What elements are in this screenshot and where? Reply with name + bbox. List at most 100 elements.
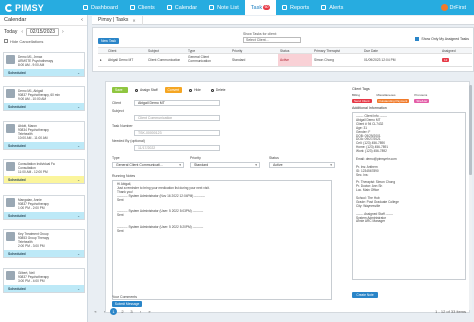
needed-by-field[interactable]: 11/17/2022 (134, 145, 220, 151)
delete-button[interactable]: Delete (208, 87, 229, 93)
assign-staff-button[interactable]: Assign Staff (132, 87, 161, 93)
tag-group-name: Miscellaneous (376, 93, 396, 97)
assign-staff-label: Assign Staff (140, 88, 158, 92)
column-header[interactable]: Primary Therapist (312, 48, 362, 53)
page-button[interactable]: 2 (119, 308, 126, 315)
convert-button[interactable]: Convert (164, 87, 183, 93)
collapse-icon[interactable]: ‹ (81, 17, 83, 23)
client-label: Client (112, 101, 121, 105)
close-icon[interactable]: ✕ (132, 18, 135, 23)
status-select-value: Active (273, 163, 283, 167)
tag-chip[interactable]: Send Client (352, 99, 372, 103)
status-select[interactable]: Active ▾ (269, 162, 335, 168)
appointment-status[interactable]: Scheduled ⌄ (4, 103, 84, 110)
calendar-title: Calendar (4, 17, 27, 23)
nav-clients[interactable]: Clients (124, 0, 161, 15)
hide-label: Hide (194, 88, 201, 92)
cell-priority: Standard (232, 58, 246, 62)
appointment-card[interactable]: Mangalan, Annie 90837 Psychotherapy 1:00 P… (3, 195, 85, 220)
alerts-icon (321, 5, 327, 10)
tab-tasks[interactable]: Pimsy | Tasks ✕ (92, 15, 143, 25)
appointment-card[interactable]: Ablott, Maron 90834 Psychotherapy Teleheal… (3, 121, 85, 150)
row-expand-icon[interactable]: ▸ (98, 54, 106, 66)
needed-by-label: Needed By (optional) (112, 139, 145, 143)
client-field[interactable]: Abigail Demo MT (134, 100, 220, 106)
additional-info-textarea[interactable]: ------- Client Info ------- Abigail Demo… (352, 112, 466, 280)
next-day-icon[interactable]: › (62, 29, 64, 35)
type-select-value: General Client Communicati... (116, 163, 163, 167)
appointment-status[interactable]: Scheduled ⌄ (4, 142, 84, 149)
scrollbar-thumb[interactable] (469, 85, 472, 175)
calendar-header: Calendar ‹ (0, 15, 87, 26)
save-button[interactable]: Save (112, 87, 128, 93)
hide-button[interactable]: Hide (186, 87, 204, 93)
appointment-card[interactable]: Consultation Individual Fa Consultation 11… (3, 159, 85, 184)
nav-reports[interactable]: Reports (276, 0, 315, 15)
top-nav-bar: PIMSY Dashboard Clients Calendar Note Li… (0, 0, 474, 15)
appointment-card[interactable]: Demo M1, Abigail 90837 Psychotherapy, 60 … (3, 86, 85, 111)
table-row[interactable]: ▸ Abigail Demo MT Client Communication G… (98, 54, 472, 67)
column-header[interactable]: Subject (146, 48, 186, 53)
additional-info-title: Additional Information (352, 106, 387, 110)
nav-note-list[interactable]: Note List (203, 0, 245, 15)
appointment-time: 10:00 AM - 11:00 AM (18, 136, 48, 140)
today-button[interactable]: Today (4, 29, 17, 35)
task-number-value: TSK-00000123 (138, 131, 162, 135)
client-info-column: Client Tags Billing Send Client Miscellan… (352, 87, 467, 280)
column-header[interactable]: Status (278, 48, 312, 53)
next-page-icon[interactable]: › (137, 308, 144, 315)
main-scrollbar[interactable] (469, 85, 472, 310)
checkbox-icon[interactable] (4, 39, 8, 43)
tag-chip[interactable]: She/Her (414, 99, 430, 103)
client-filter-select[interactable]: Select Client... (243, 37, 301, 43)
type-select[interactable]: General Client Communicati... ▾ (112, 162, 184, 168)
appointment-card[interactable]: Gilbert, Neil 90837 Psychotherapy 3:00 PM … (3, 268, 85, 293)
column-header[interactable]: Type (186, 48, 230, 53)
last-page-icon[interactable]: » (146, 308, 153, 315)
appointment-card[interactable]: Key Treatment Group 90853 Group Therapy Te… (3, 229, 85, 258)
hide-cancellations-toggle[interactable]: Hide Cancellations (0, 37, 87, 45)
column-header[interactable]: Assigned (440, 48, 472, 53)
column-header[interactable]: Priority (230, 48, 278, 53)
column-header[interactable]: Due Date (362, 48, 440, 53)
tag-group: Billing Send Client (352, 93, 372, 103)
create-note-button[interactable]: Create Note (352, 292, 378, 298)
page-button[interactable]: 3 (128, 308, 135, 315)
priority-select[interactable]: Standard ▾ (190, 162, 260, 168)
appointment-card[interactable]: Demo M1, Jrmax ARMSTE Psychotherapy 8:00 A… (3, 52, 85, 77)
appointment-status-label: Scheduled (8, 143, 26, 148)
logo-text: PIMSY (15, 2, 45, 13)
nav-dashboard-label: Dashboard (91, 4, 118, 11)
note-line: Sent (117, 228, 124, 233)
nav-calendar[interactable]: Calendar (161, 0, 203, 15)
pimsy-logo[interactable]: PIMSY (5, 0, 77, 15)
column-header[interactable]: Client (106, 48, 146, 53)
nav-alerts[interactable]: Alerts (315, 0, 349, 15)
appointment-status[interactable]: Scheduled ⌄ (4, 212, 84, 219)
calendar-panel: Calendar ‹ Today ‹ 02/15/2023 › Hide Can… (0, 15, 88, 322)
nav-dashboard[interactable]: Dashboard (77, 0, 124, 15)
page-button[interactable]: 1 (110, 307, 117, 315)
chevron-down-icon: ⌄ (77, 251, 80, 256)
appointment-status[interactable]: Scheduled ⌄ (4, 250, 84, 257)
appointment-status[interactable]: Scheduled ⌄ (4, 285, 84, 292)
date-picker-input[interactable]: 02/15/2023 (26, 27, 60, 36)
appointment-status[interactable]: Scheduled ⌄ (4, 176, 84, 183)
subject-field[interactable]: Client Communication (134, 115, 220, 121)
prev-day-icon[interactable]: ‹ (21, 29, 23, 35)
checkbox-icon[interactable] (415, 37, 420, 41)
tag-chip[interactable]: Outstanding Payment (376, 99, 410, 103)
first-page-icon[interactable]: « (92, 308, 99, 315)
prev-page-icon[interactable]: ‹ (101, 308, 108, 315)
running-notes-label: Running Notes (112, 174, 136, 178)
show-assigned-toggle[interactable]: Show Only My Assigned Tasks (415, 37, 469, 41)
running-notes-textarea[interactable]: Hi Abigail, Just a reminder to bring you… (112, 180, 332, 300)
chevron-down-icon: ⌄ (77, 70, 80, 75)
user-menu[interactable]: DrFirst (440, 0, 466, 15)
hide-cancellations-label: Hide Cancellations (10, 38, 44, 44)
nav-task[interactable]: Task 60 (244, 0, 276, 15)
nav-note-list-label: Note List (217, 4, 239, 11)
add-user-icon (135, 88, 138, 92)
appointment-status[interactable]: Scheduled ⌄ (4, 69, 84, 76)
new-task-button[interactable]: New Task (98, 38, 119, 44)
